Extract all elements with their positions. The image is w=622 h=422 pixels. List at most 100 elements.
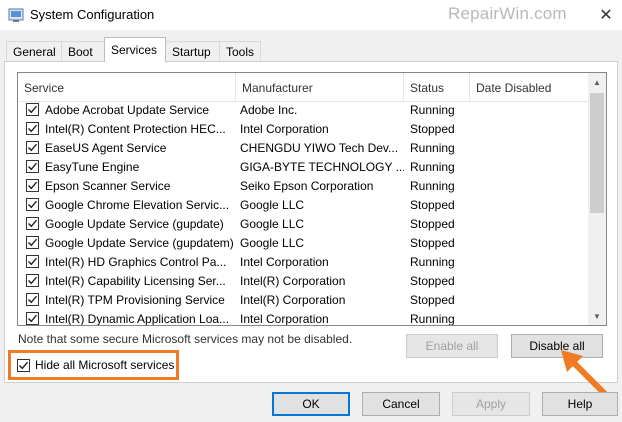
checkmark-icon — [28, 200, 38, 209]
service-name: Google Chrome Elevation Servic... — [45, 198, 230, 212]
table-row[interactable]: Intel(R) Capability Licensing Ser... Inte… — [18, 272, 588, 291]
table-row[interactable]: Google Chrome Elevation Servic... Google … — [18, 196, 588, 215]
scroll-thumb[interactable] — [590, 93, 604, 213]
apply-button[interactable]: Apply — [452, 392, 530, 416]
service-status: Stopped — [410, 293, 455, 307]
enable-all-button[interactable]: Enable all — [406, 334, 498, 358]
service-manufacturer: Seiko Epson Corporation — [240, 179, 374, 193]
hide-ms-label[interactable]: Hide all Microsoft services — [35, 358, 174, 372]
tab-strip: General Boot Services Startup Tools — [0, 37, 622, 62]
column-header-status[interactable]: Status — [404, 73, 470, 101]
service-checkbox[interactable] — [26, 160, 39, 173]
column-header-service[interactable]: Service — [18, 73, 236, 101]
column-header-date-disabled[interactable]: Date Disabled — [470, 73, 588, 101]
service-date-disabled — [476, 101, 586, 120]
tab-boot[interactable]: Boot — [61, 41, 105, 61]
service-checkbox[interactable] — [26, 274, 39, 287]
service-manufacturer: Adobe Inc. — [240, 103, 298, 117]
table-row[interactable]: Epson Scanner Service Seiko Epson Corpora… — [18, 177, 588, 196]
service-checkbox[interactable] — [26, 103, 39, 116]
service-status: Running — [410, 312, 455, 326]
scroll-down-icon[interactable]: ▼ — [588, 307, 606, 325]
service-manufacturer: Intel Corporation — [240, 122, 329, 136]
service-status: Stopped — [410, 122, 455, 136]
title-bar: System Configuration RepairWin.com ✕ — [0, 0, 622, 30]
service-name: Adobe Acrobat Update Service — [45, 103, 210, 117]
column-header-manufacturer[interactable]: Manufacturer — [236, 73, 404, 101]
service-checkbox[interactable] — [26, 198, 39, 211]
service-name: Google Update Service (gupdatem) — [45, 236, 233, 250]
service-date-disabled — [476, 291, 586, 310]
table-row[interactable]: Google Update Service (gupdate) Google LL… — [18, 215, 588, 234]
service-manufacturer: Intel(R) Corporation — [240, 293, 346, 307]
checkmark-icon — [28, 105, 38, 114]
table-row[interactable]: Google Update Service (gupdatem) Google L… — [18, 234, 588, 253]
service-manufacturer: GIGA-BYTE TECHNOLOGY ... — [240, 160, 404, 174]
service-checkbox[interactable] — [26, 217, 39, 230]
service-date-disabled — [476, 177, 586, 196]
hide-ms-checkbox[interactable] — [17, 359, 30, 372]
checkmark-icon — [19, 361, 29, 370]
table-row[interactable]: Adobe Acrobat Update Service Adobe Inc. Ru… — [18, 101, 588, 120]
service-checkbox[interactable] — [26, 293, 39, 306]
service-date-disabled — [476, 253, 586, 272]
service-name: Epson Scanner Service — [45, 179, 171, 193]
service-date-disabled — [476, 158, 586, 177]
service-checkbox[interactable] — [26, 255, 39, 268]
service-date-disabled — [476, 196, 586, 215]
table-row[interactable]: EaseUS Agent Service CHENGDU YIWO Tech De… — [18, 139, 588, 158]
service-date-disabled — [476, 120, 586, 139]
table-row[interactable]: Intel(R) HD Graphics Control Pa... Intel … — [18, 253, 588, 272]
service-date-disabled — [476, 139, 586, 158]
service-status: Stopped — [410, 217, 455, 231]
service-manufacturer: Google LLC — [240, 236, 305, 250]
service-manufacturer: Google LLC — [240, 198, 305, 212]
note-text: Note that some secure Microsoft services… — [18, 332, 353, 346]
cancel-button[interactable]: Cancel — [362, 392, 440, 416]
service-status: Stopped — [410, 274, 455, 288]
service-checkbox[interactable] — [26, 122, 39, 135]
service-checkbox[interactable] — [26, 312, 39, 325]
scroll-up-icon[interactable]: ▲ — [588, 73, 606, 91]
checkmark-icon — [28, 181, 38, 190]
service-date-disabled — [476, 310, 586, 325]
service-name: Intel(R) Capability Licensing Ser... — [45, 274, 226, 288]
service-checkbox[interactable] — [26, 236, 39, 249]
service-name: Intel(R) Dynamic Application Loa... — [45, 312, 230, 326]
tab-startup[interactable]: Startup — [165, 41, 220, 61]
table-row[interactable]: Intel(R) Dynamic Application Loa... Intel… — [18, 310, 588, 326]
service-status: Running — [410, 179, 455, 193]
checkmark-icon — [28, 219, 38, 228]
service-manufacturer: Google LLC — [240, 217, 305, 231]
services-list[interactable]: Service Manufacturer Status Date Disable… — [17, 72, 607, 326]
service-name: Intel(R) TPM Provisioning Service — [45, 293, 225, 307]
checkmark-icon — [28, 238, 38, 247]
tab-services[interactable]: Services — [104, 37, 166, 62]
vertical-scrollbar[interactable]: ▲ ▼ — [588, 73, 606, 325]
checkmark-icon — [28, 257, 38, 266]
service-checkbox[interactable] — [26, 141, 39, 154]
table-row[interactable]: EasyTune Engine GIGA-BYTE TECHNOLOGY ... R… — [18, 158, 588, 177]
msconfig-icon — [8, 8, 24, 22]
watermark: RepairWin.com — [448, 4, 567, 23]
service-manufacturer: Intel Corporation — [240, 312, 329, 326]
list-header: Service Manufacturer Status Date Disable… — [18, 73, 588, 102]
tab-general[interactable]: General — [6, 41, 62, 61]
service-name: EaseUS Agent Service — [45, 141, 167, 155]
service-status: Running — [410, 160, 455, 174]
service-checkbox[interactable] — [26, 179, 39, 192]
checkmark-icon — [28, 276, 38, 285]
table-row[interactable]: Intel(R) Content Protection HEC... Intel … — [18, 120, 588, 139]
ok-button[interactable]: OK — [272, 392, 350, 416]
service-date-disabled — [476, 272, 586, 291]
checkmark-icon — [28, 124, 38, 133]
service-status: Stopped — [410, 198, 455, 212]
tab-tools[interactable]: Tools — [219, 41, 261, 61]
table-row[interactable]: Intel(R) TPM Provisioning Service Intel(R… — [18, 291, 588, 310]
close-button[interactable]: ✕ — [590, 0, 622, 30]
window-title: System Configuration — [30, 7, 155, 22]
service-status: Running — [410, 141, 455, 155]
service-name: EasyTune Engine — [45, 160, 140, 174]
help-button[interactable]: Help — [542, 392, 618, 416]
service-status: Running — [410, 103, 455, 117]
